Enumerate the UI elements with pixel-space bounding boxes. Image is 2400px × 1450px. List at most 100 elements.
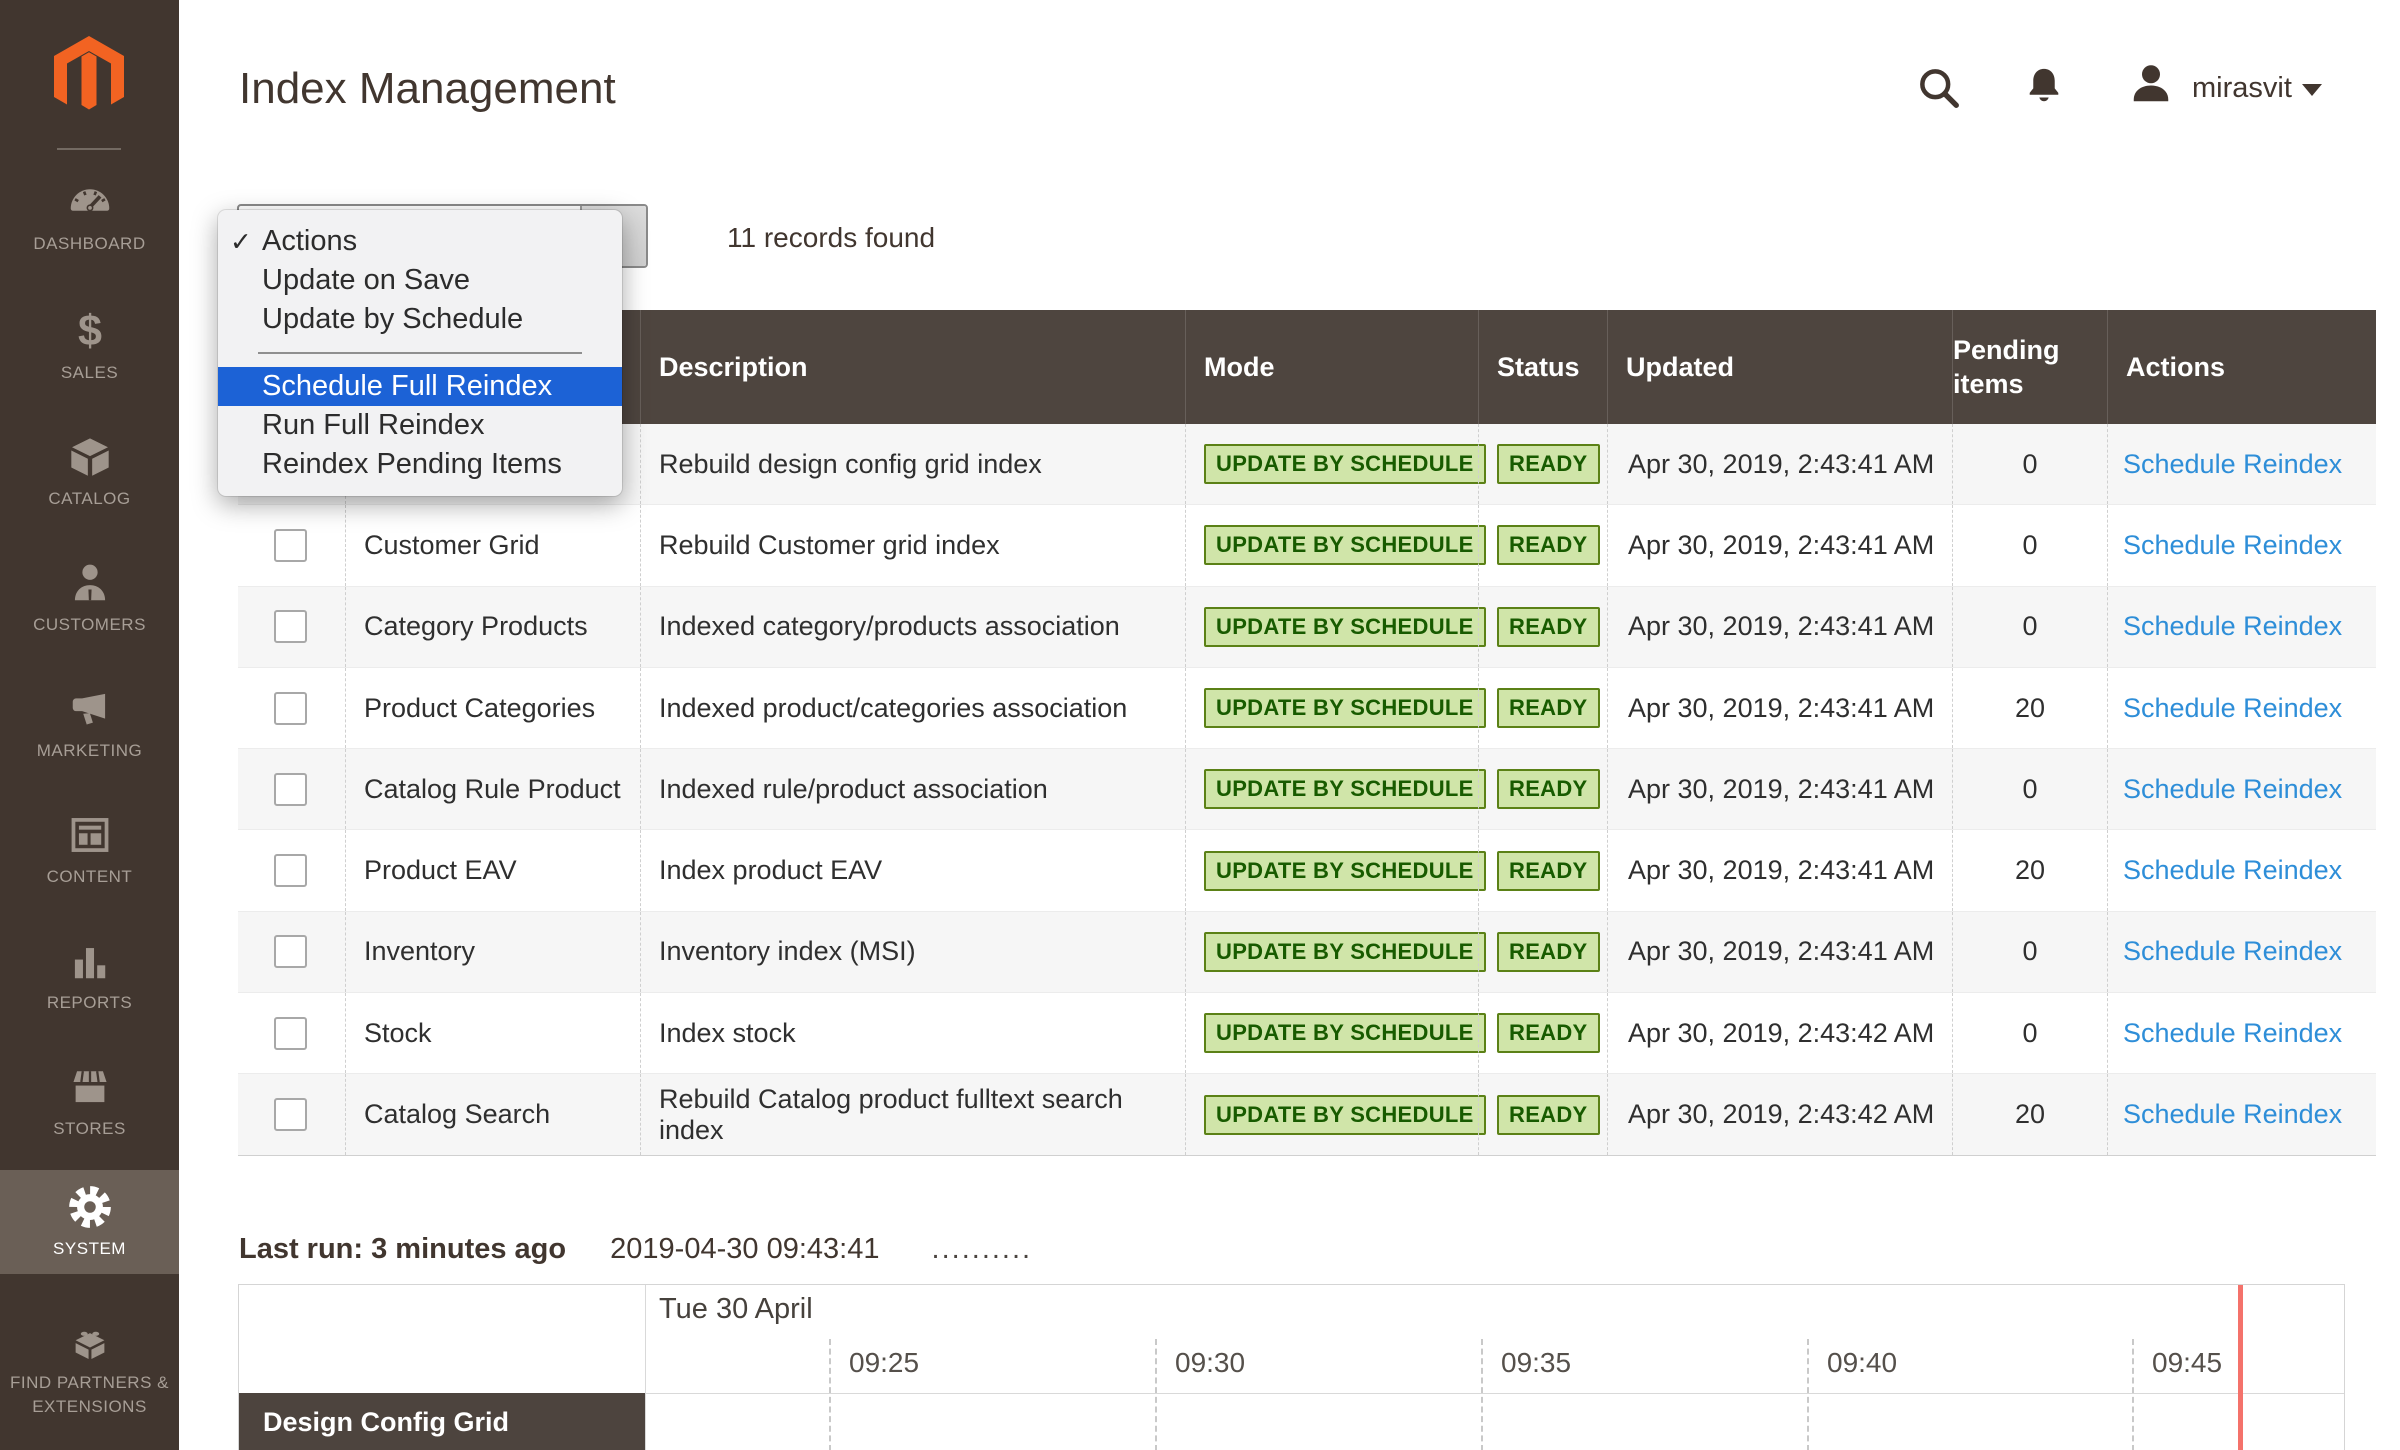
magento-logo-icon[interactable]	[54, 36, 124, 118]
index-description: Inventory index (MSI)	[640, 912, 1185, 992]
index-description: Rebuild Customer grid index	[640, 505, 1185, 585]
timeline-gridline	[829, 1339, 831, 1450]
row-checkbox[interactable]	[274, 854, 307, 887]
sidebar-item-system[interactable]: SYSTEM	[0, 1170, 179, 1274]
sidebar-item-label: CUSTOMERS	[8, 613, 172, 637]
schedule-reindex-link[interactable]: Schedule Reindex	[2123, 449, 2342, 480]
sidebar-item-label: CATALOG	[8, 487, 172, 511]
dashboard-gauge-icon	[67, 185, 113, 225]
caret-down-icon[interactable]	[2302, 84, 2322, 96]
timeline-tick: 09:45	[2152, 1347, 2222, 1379]
user-icon[interactable]	[2126, 60, 2176, 108]
index-name: Product EAV	[345, 830, 640, 910]
table-row: Customer Grid Rebuild Customer grid inde…	[238, 505, 2376, 586]
updated-cell: Apr 30, 2019, 2:43:41 AM	[1607, 749, 1952, 829]
row-checkbox[interactable]	[274, 773, 307, 806]
sidebar-item-stores[interactable]: STORES	[0, 1039, 179, 1165]
sidebar-divider	[57, 148, 121, 150]
menu-item-schedule-full-reindex[interactable]: Schedule Full Reindex	[218, 367, 622, 406]
checkmark-icon: ✓	[230, 226, 252, 257]
username[interactable]: mirasvit	[2192, 72, 2292, 105]
bar-chart-icon	[67, 938, 113, 984]
mode-badge: UPDATE BY SCHEDULE	[1204, 769, 1486, 809]
updated-cell: Apr 30, 2019, 2:43:41 AM	[1607, 668, 1952, 748]
sidebar-item-label: FIND PARTNERS & EXTENSIONS	[8, 1371, 172, 1419]
sidebar-item-dashboard[interactable]: DASHBOARD	[0, 157, 179, 283]
bell-icon[interactable]	[2022, 62, 2066, 110]
updated-cell: Apr 30, 2019, 2:43:41 AM	[1607, 587, 1952, 667]
row-checkbox[interactable]	[274, 692, 307, 725]
pending-items-cell: 0	[1952, 993, 2107, 1073]
menu-item-actions[interactable]: ✓ Actions	[218, 222, 622, 261]
row-checkbox[interactable]	[274, 935, 307, 968]
index-management-page: DASHBOARD $ SALES CATALOG	[0, 0, 2400, 1450]
dollar-icon: $	[67, 308, 113, 354]
schedule-reindex-link[interactable]: Schedule Reindex	[2123, 936, 2342, 967]
sidebar-item-marketing[interactable]: MARKETING	[0, 661, 179, 787]
sidebar: DASHBOARD $ SALES CATALOG	[0, 0, 179, 1450]
current-time-line	[2238, 1285, 2243, 1450]
megaphone-icon	[67, 686, 113, 732]
header-status: Status	[1478, 310, 1607, 424]
mode-badge: UPDATE BY SCHEDULE	[1204, 688, 1486, 728]
sidebar-item-find-partners[interactable]: FIND PARTNERS & EXTENSIONS	[0, 1290, 179, 1446]
schedule-reindex-link[interactable]: Schedule Reindex	[2123, 530, 2342, 561]
menu-item-update-on-save[interactable]: Update on Save	[218, 261, 622, 300]
sidebar-item-label: SALES	[8, 361, 172, 385]
row-checkbox[interactable]	[274, 1017, 307, 1050]
row-checkbox[interactable]	[274, 1098, 307, 1131]
header-actions: Actions	[2107, 310, 2376, 424]
box-icon	[67, 434, 113, 480]
sidebar-item-reports[interactable]: REPORTS	[0, 913, 179, 1039]
sidebar-item-sales[interactable]: $ SALES	[0, 283, 179, 409]
status-badge: READY	[1497, 525, 1600, 565]
schedule-reindex-link[interactable]: Schedule Reindex	[2123, 1018, 2342, 1049]
layout-icon	[67, 812, 113, 858]
row-checkbox[interactable]	[274, 610, 307, 643]
schedule-reindex-link[interactable]: Schedule Reindex	[2123, 855, 2342, 886]
row-checkbox[interactable]	[274, 529, 307, 562]
pending-items-cell: 0	[1952, 912, 2107, 992]
sidebar-item-label: STORES	[8, 1117, 172, 1141]
menu-item-reindex-pending-items[interactable]: Reindex Pending Items	[218, 445, 622, 484]
schedule-reindex-link[interactable]: Schedule Reindex	[2123, 611, 2342, 642]
last-run-dots: ..........	[932, 1233, 1033, 1265]
menu-item-update-by-schedule[interactable]: Update by Schedule	[218, 300, 622, 339]
pending-items-cell: 0	[1952, 505, 2107, 585]
sidebar-item-catalog[interactable]: CATALOG	[0, 409, 179, 535]
schedule-reindex-link[interactable]: Schedule Reindex	[2123, 774, 2342, 805]
schedule-reindex-link[interactable]: Schedule Reindex	[2123, 693, 2342, 724]
mode-badge: UPDATE BY SCHEDULE	[1204, 932, 1486, 972]
pending-items-cell: 20	[1952, 668, 2107, 748]
index-description: Indexed category/products association	[640, 587, 1185, 667]
timeline-tick: 09:25	[849, 1347, 919, 1379]
index-description: Index stock	[640, 993, 1185, 1073]
status-badge: READY	[1497, 932, 1600, 972]
sidebar-item-label: SYSTEM	[8, 1237, 172, 1261]
index-name: Stock	[345, 993, 640, 1073]
timeline-gridline	[2132, 1339, 2134, 1450]
status-badge: READY	[1497, 1095, 1600, 1135]
timeline-label-column-border	[645, 1285, 646, 1450]
updated-cell: Apr 30, 2019, 2:43:42 AM	[1607, 1074, 1952, 1154]
index-name: Customer Grid	[345, 505, 640, 585]
gear-icon	[67, 1184, 113, 1230]
menu-item-run-full-reindex[interactable]: Run Full Reindex	[218, 406, 622, 445]
sidebar-item-content[interactable]: CONTENT	[0, 787, 179, 913]
table-row: Category Products Indexed category/produ…	[238, 587, 2376, 668]
search-icon[interactable]	[1915, 64, 1963, 112]
brick-icon	[67, 1318, 113, 1364]
sidebar-item-customers[interactable]: CUSTOMERS	[0, 535, 179, 661]
table-row: Catalog Search Rebuild Catalog product f…	[238, 1074, 2376, 1155]
timeline-day-label: Tue 30 April	[659, 1293, 813, 1326]
index-name: Inventory	[345, 912, 640, 992]
updated-cell: Apr 30, 2019, 2:43:42 AM	[1607, 993, 1952, 1073]
updated-cell: Apr 30, 2019, 2:43:41 AM	[1607, 505, 1952, 585]
status-badge: READY	[1497, 769, 1600, 809]
index-name: Catalog Rule Product	[345, 749, 640, 829]
last-run-label: Last run: 3 minutes ago	[239, 1233, 566, 1265]
timeline-tick: 09:40	[1827, 1347, 1897, 1379]
sidebar-item-label: MARKETING	[8, 739, 172, 763]
timeline-gridline	[1481, 1339, 1483, 1450]
schedule-reindex-link[interactable]: Schedule Reindex	[2123, 1099, 2342, 1130]
